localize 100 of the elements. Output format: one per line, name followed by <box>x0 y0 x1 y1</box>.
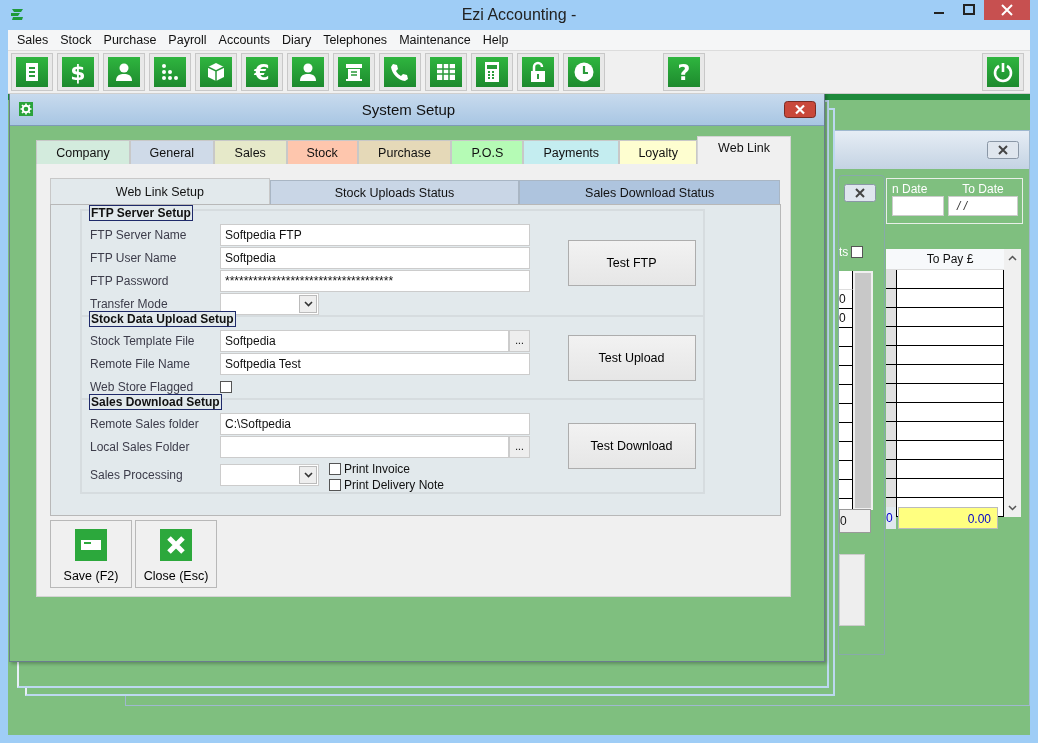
grid-icon <box>435 61 457 83</box>
toolbar-button[interactable] <box>379 53 421 91</box>
scrollbar[interactable] <box>1004 249 1021 517</box>
toolbar-button[interactable] <box>333 53 375 91</box>
menu-item[interactable]: Accounts <box>212 33 276 47</box>
toolbar-button[interactable] <box>103 53 145 91</box>
date-field[interactable]: / / <box>948 196 1018 216</box>
field-label: FTP User Name <box>90 250 178 265</box>
section-title: Sales Download Setup <box>89 394 222 410</box>
field-label: Sales Processing <box>90 468 184 482</box>
date-field[interactable] <box>892 196 944 216</box>
tab[interactable]: Stock <box>286 140 358 164</box>
tab[interactable]: P.O.S <box>451 140 524 164</box>
field-label: FTP Server Name <box>90 227 188 242</box>
menu-item[interactable]: Purchase <box>97 33 163 47</box>
input-field[interactable]: Softpedia Test <box>220 352 530 375</box>
tab[interactable]: Company <box>36 140 130 164</box>
column-header: To Pay £ <box>925 251 975 268</box>
tab[interactable]: General <box>129 140 214 164</box>
checkbox-label: ts <box>839 245 849 259</box>
table-cell <box>886 365 896 383</box>
test-button[interactable]: Test Download <box>567 423 696 469</box>
field-label: FTP Password <box>90 273 170 288</box>
field-label: Remote Sales folder <box>90 416 200 431</box>
test-button[interactable]: Test FTP <box>567 240 696 286</box>
table-cell <box>886 422 896 440</box>
gear-icon <box>19 102 33 116</box>
input-field[interactable]: ************************************ <box>220 269 530 292</box>
browse-button[interactable]: ... <box>509 435 530 458</box>
tab[interactable]: Payments <box>523 140 620 164</box>
close-icon[interactable] <box>987 141 1019 159</box>
menu-item[interactable]: Maintenance <box>393 33 477 47</box>
save-button[interactable]: Save (F2) <box>50 520 132 588</box>
tab[interactable]: Loyalty <box>619 140 698 164</box>
tab[interactable]: Web Link Setup <box>50 178 270 204</box>
table-cell <box>886 384 896 402</box>
field-label: Stock Template File <box>90 333 196 348</box>
menu-item[interactable]: Sales <box>11 33 55 47</box>
input-field[interactable]: Softpedia <box>220 246 530 269</box>
table-cell <box>886 479 896 497</box>
table-cell <box>886 289 896 307</box>
field-label: To Date <box>962 182 1004 196</box>
toolbar-button[interactable] <box>287 53 329 91</box>
menu-item[interactable]: Help <box>476 33 515 47</box>
menu-item[interactable]: Telephones <box>317 33 394 47</box>
scrollbar[interactable] <box>853 271 873 510</box>
register-icon <box>343 61 365 83</box>
input-field[interactable] <box>220 435 509 458</box>
checkbox-label: Print Delivery Note <box>344 478 445 492</box>
phone-icon <box>389 61 411 83</box>
toolbar-button[interactable] <box>425 53 467 91</box>
caret-icon <box>303 472 313 478</box>
checkbox[interactable] <box>220 380 232 393</box>
close-icon[interactable] <box>784 100 816 118</box>
scroll-up-icon[interactable] <box>1008 255 1017 261</box>
scroll-down-icon[interactable] <box>1008 505 1017 511</box>
tab[interactable]: Sales <box>213 140 287 164</box>
total-value: 0 <box>839 509 871 533</box>
field-label: Transfer Mode <box>90 296 169 311</box>
total-value: 0 <box>886 507 896 529</box>
checkbox[interactable] <box>329 479 341 491</box>
tab[interactable]: Sales Download Status <box>519 180 780 204</box>
person-icon <box>113 61 135 83</box>
caret-icon <box>303 300 313 307</box>
table-cell <box>886 460 896 478</box>
toolbar-button[interactable] <box>149 53 191 91</box>
toolbar-button[interactable] <box>195 53 237 91</box>
close-icon[interactable] <box>844 184 876 202</box>
toolbar-button[interactable]: $ <box>57 53 99 91</box>
menu-item[interactable]: Payroll <box>162 33 213 47</box>
power-button[interactable] <box>982 53 1024 91</box>
checkbox[interactable] <box>329 463 341 475</box>
input-field[interactable]: C:\Softpedia <box>220 412 530 435</box>
tab[interactable]: Web Link <box>697 136 791 164</box>
checkbox[interactable] <box>851 246 864 258</box>
input-field[interactable]: Softpedia <box>220 329 509 352</box>
menu-item[interactable]: Diary <box>276 33 318 47</box>
toolbar-button[interactable] <box>471 53 513 91</box>
close-button[interactable]: Close (Esc) <box>135 520 217 588</box>
table-cell <box>886 308 896 326</box>
tab[interactable]: Stock Uploads Status <box>269 180 520 204</box>
table-cell <box>886 441 896 459</box>
save-icon <box>75 529 107 561</box>
input-field[interactable]: Softpedia FTP <box>220 223 530 246</box>
toolbar-button[interactable] <box>11 53 53 91</box>
section-title: Stock Data Upload Setup <box>89 311 236 327</box>
table-cell <box>886 327 896 345</box>
browse-button[interactable]: ... <box>509 329 530 352</box>
test-button[interactable]: Test Upload <box>567 334 696 381</box>
toolbar-button[interactable] <box>517 53 559 91</box>
close-icon[interactable] <box>984 0 1030 20</box>
power-icon <box>992 61 1014 83</box>
tab[interactable]: Purchase <box>357 140 452 164</box>
table-cell <box>886 403 896 421</box>
checkbox-label: Print Invoice <box>344 462 411 476</box>
menu-item[interactable]: Stock <box>54 33 98 47</box>
total-field: 0.00 <box>898 507 998 529</box>
dots-icon <box>159 61 181 83</box>
toolbar-button[interactable] <box>563 53 605 91</box>
table-cell <box>886 346 896 364</box>
